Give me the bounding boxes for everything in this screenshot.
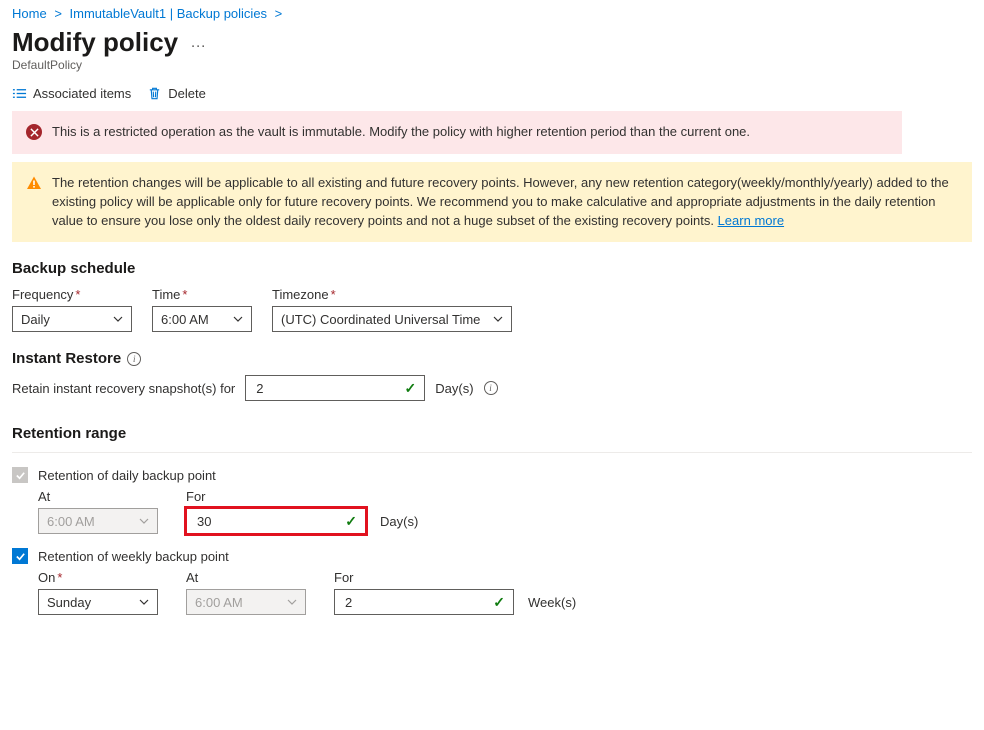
time-select[interactable]: 6:00 AM <box>152 306 252 332</box>
weekly-for-label: For <box>334 570 576 585</box>
timezone-label: Timezone* <box>272 287 512 302</box>
delete-label: Delete <box>168 86 206 101</box>
frequency-value: Daily <box>21 312 50 327</box>
frequency-select[interactable]: Daily <box>12 306 132 332</box>
daily-retention-block: Retention of daily backup point At 6:00 … <box>12 467 972 534</box>
daily-for-value[interactable] <box>195 513 337 530</box>
retention-range-heading: Retention range <box>12 425 972 442</box>
instant-restore-label: Retain instant recovery snapshot(s) for <box>12 381 235 396</box>
breadcrumb-home[interactable]: Home <box>12 6 47 21</box>
more-actions-button[interactable]: … <box>190 34 206 52</box>
info-icon[interactable]: i <box>484 381 498 395</box>
error-text: This is a restricted operation as the va… <box>52 123 750 142</box>
weekly-retention-block: Retention of weekly backup point On* Sun… <box>12 548 972 615</box>
time-label: Time* <box>152 287 252 302</box>
chevron-down-icon <box>493 314 503 324</box>
time-value: 6:00 AM <box>161 312 209 327</box>
breadcrumb-vault[interactable]: ImmutableVault1 | Backup policies <box>70 6 268 21</box>
daily-at-value: 6:00 AM <box>47 514 95 529</box>
chevron-down-icon <box>233 314 243 324</box>
daily-at-label: At <box>38 489 158 504</box>
frequency-label: Frequency* <box>12 287 132 302</box>
weekly-at-value: 6:00 AM <box>195 595 243 610</box>
chevron-down-icon <box>139 597 149 607</box>
warning-text: The retention changes will be applicable… <box>52 174 958 231</box>
policy-name: DefaultPolicy <box>12 58 972 72</box>
error-icon <box>26 124 42 140</box>
daily-at-select: 6:00 AM <box>38 508 158 534</box>
chevron-down-icon <box>113 314 123 324</box>
weekly-on-label: On* <box>38 570 158 585</box>
chevron-down-icon <box>139 516 149 526</box>
instant-restore-value[interactable] <box>254 380 396 397</box>
weekly-for-value[interactable] <box>343 594 485 611</box>
weekly-on-value: Sunday <box>47 595 91 610</box>
weekly-at-select: 6:00 AM <box>186 589 306 615</box>
weekly-retention-title: Retention of weekly backup point <box>38 549 229 564</box>
info-icon[interactable]: i <box>127 352 141 366</box>
check-icon: ✓ <box>345 513 357 530</box>
daily-retention-title: Retention of daily backup point <box>38 468 216 483</box>
chevron-right-icon: > <box>54 6 62 21</box>
check-icon: ✓ <box>493 594 505 611</box>
daily-for-label: For <box>186 489 418 504</box>
timezone-value: (UTC) Coordinated Universal Time <box>281 312 480 327</box>
weekly-for-input[interactable]: ✓ <box>334 589 514 615</box>
daily-retention-checkbox <box>12 467 28 483</box>
warning-body: The retention changes will be applicable… <box>52 175 949 228</box>
warning-banner: The retention changes will be applicable… <box>12 162 972 243</box>
instant-restore-input[interactable]: ✓ <box>245 375 425 401</box>
weekly-at-label: At <box>186 570 306 585</box>
instant-restore-unit: Day(s) <box>435 381 473 396</box>
chevron-down-icon <box>287 597 297 607</box>
daily-for-input[interactable]: ✓ <box>186 508 366 534</box>
list-icon <box>12 86 27 101</box>
warning-icon <box>26 175 42 197</box>
breadcrumb: Home > ImmutableVault1 | Backup policies… <box>12 0 972 25</box>
command-bar: Associated items Delete <box>12 86 972 101</box>
instant-restore-heading: Instant Restore <box>12 350 121 367</box>
trash-icon <box>147 86 162 101</box>
divider <box>12 452 972 453</box>
associated-items-button[interactable]: Associated items <box>12 86 131 101</box>
timezone-select[interactable]: (UTC) Coordinated Universal Time <box>272 306 512 332</box>
daily-unit: Day(s) <box>380 514 418 529</box>
associated-items-label: Associated items <box>33 86 131 101</box>
error-banner: This is a restricted operation as the va… <box>12 111 902 154</box>
check-icon: ✓ <box>405 380 417 397</box>
weekly-unit: Week(s) <box>528 595 576 610</box>
weekly-on-select[interactable]: Sunday <box>38 589 158 615</box>
chevron-right-icon: > <box>275 6 283 21</box>
weekly-retention-checkbox[interactable] <box>12 548 28 564</box>
page-title: Modify policy <box>12 27 178 58</box>
delete-button[interactable]: Delete <box>147 86 206 101</box>
learn-more-link[interactable]: Learn more <box>718 213 784 228</box>
backup-schedule-heading: Backup schedule <box>12 260 972 277</box>
